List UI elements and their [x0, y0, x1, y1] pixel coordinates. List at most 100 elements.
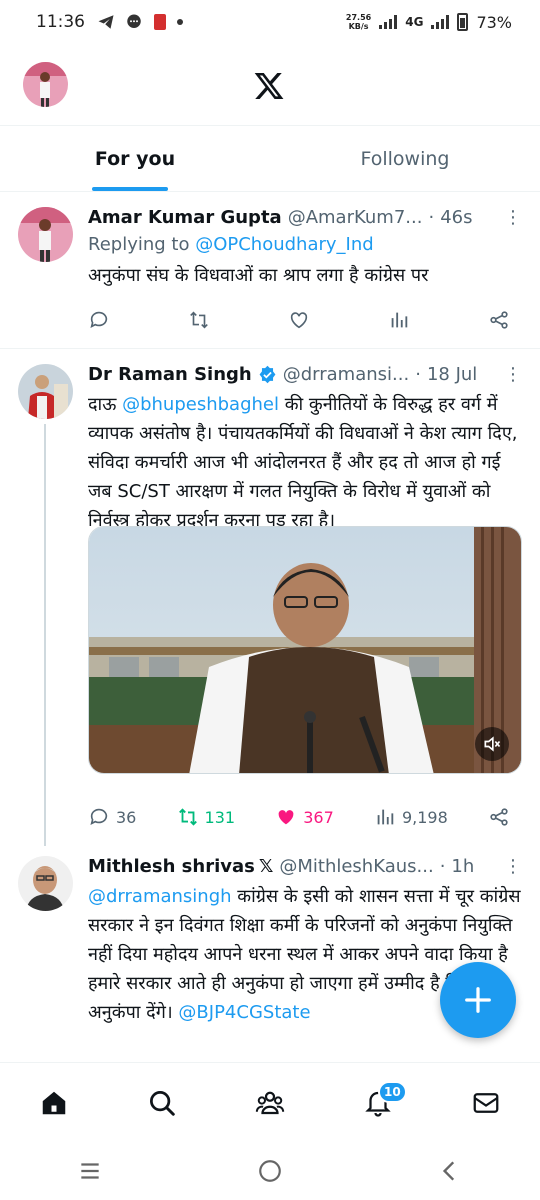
share-button[interactable] — [488, 309, 510, 331]
active-tab-indicator — [92, 187, 168, 191]
separator-dot: · — [428, 206, 435, 228]
network-speed-value: 27.56 — [345, 13, 372, 22]
separator-dot: · — [415, 363, 421, 385]
repost-icon — [178, 808, 197, 826]
tweet[interactable]: Dr Raman Singh @drramansi... · 18 Jul ⋮ … — [0, 350, 540, 846]
tweet-author-name[interactable]: Dr Raman Singh — [88, 364, 252, 385]
signal-icon-2 — [431, 15, 450, 29]
tab-label: For you — [94, 147, 176, 170]
system-nav-bar — [0, 1142, 540, 1200]
network-speed: 27.56 KB/s — [346, 13, 371, 31]
repost-button[interactable] — [188, 309, 210, 331]
tweet-time[interactable]: 46s — [440, 207, 472, 228]
reply-prefix: Replying to — [88, 234, 196, 255]
speaker-mute-icon — [484, 736, 501, 752]
feed-tabs: For you Following — [0, 126, 540, 192]
mention-link[interactable]: @BJP4CGState — [178, 1002, 310, 1023]
heart-icon — [290, 312, 308, 329]
separator-dot: · — [439, 855, 446, 877]
tweet-avatar[interactable] — [18, 207, 73, 262]
tweet-avatar[interactable] — [18, 856, 73, 911]
views-button[interactable]: 9,198 — [374, 806, 448, 828]
nav-search[interactable] — [132, 1073, 192, 1133]
more-options-icon[interactable]: ⋮ — [504, 207, 522, 228]
nav-notifications[interactable]: 10 — [348, 1073, 408, 1133]
tweet-author-name[interactable]: Mithlesh shrivas — [88, 856, 255, 877]
mute-toggle[interactable] — [475, 727, 509, 761]
app-red-icon — [154, 14, 166, 30]
views-chart-icon — [377, 809, 394, 825]
more-options-icon[interactable]: ⋮ — [504, 856, 522, 877]
profile-avatar[interactable] — [23, 62, 68, 107]
battery-percent: 73% — [476, 12, 512, 32]
more-options-icon[interactable]: ⋮ — [504, 364, 522, 385]
tweet-author-handle[interactable]: @MithleshKaus... — [279, 856, 433, 877]
repost-icon — [190, 311, 208, 329]
mention-link[interactable]: @drramansingh — [88, 886, 232, 907]
dot-icon — [177, 19, 183, 25]
nav-communities[interactable] — [240, 1073, 300, 1133]
compose-post-button[interactable] — [440, 962, 516, 1038]
telegram-icon — [98, 15, 114, 29]
bottom-nav: 10 — [0, 1062, 540, 1142]
reply-count: 36 — [116, 807, 137, 827]
search-icon — [150, 1090, 175, 1116]
avatar-image — [18, 207, 73, 262]
reply-icon — [90, 311, 108, 328]
back-icon[interactable] — [437, 1158, 463, 1184]
x-badge-icon: 𝕏 — [258, 855, 274, 877]
share-button[interactable] — [488, 806, 510, 828]
tweet-author-handle[interactable]: @AmarKum7... — [288, 207, 423, 228]
tweet-time[interactable]: 18 Jul — [427, 364, 477, 385]
tweet-avatar[interactable] — [18, 364, 73, 419]
status-left: 11:36 — [36, 12, 183, 32]
tweet-actions — [88, 305, 510, 335]
battery-icon — [457, 13, 469, 31]
share-icon — [490, 808, 508, 826]
tweet-header: Mithlesh shrivas 𝕏 @MithleshKaus... · 1h… — [88, 852, 522, 880]
recent-apps-icon[interactable] — [77, 1158, 103, 1184]
like-count: 367 — [303, 807, 334, 827]
nav-home[interactable] — [24, 1073, 84, 1133]
views-button[interactable] — [388, 309, 410, 331]
share-icon — [490, 311, 508, 329]
notification-count-badge: 10 — [378, 1080, 407, 1103]
communities-icon — [255, 1091, 285, 1114]
thread-line — [44, 424, 46, 846]
like-button[interactable] — [288, 309, 310, 331]
signal-icon — [379, 15, 398, 29]
avatar-image — [18, 856, 73, 911]
app-header — [0, 44, 540, 126]
avatar-image — [18, 364, 73, 419]
messages-icon — [473, 1092, 499, 1113]
tweet-author-name[interactable]: Amar Kumar Gupta — [88, 207, 282, 228]
reply-icon — [90, 808, 108, 825]
reply-button[interactable] — [88, 309, 110, 331]
tab-label: Following — [360, 147, 450, 170]
tab-for-you[interactable]: For you — [0, 126, 270, 191]
status-time: 11:36 — [36, 12, 85, 32]
tab-following[interactable]: Following — [270, 126, 540, 191]
status-right: 27.56 KB/s 4G 73% — [346, 13, 512, 32]
mention-link[interactable]: @bhupeshbaghel — [122, 394, 279, 415]
reply-button[interactable]: 36 — [88, 806, 136, 828]
home-circle-icon[interactable] — [257, 1158, 283, 1184]
repost-button[interactable]: 131 — [177, 806, 236, 828]
video-frame — [89, 527, 521, 773]
tweet-video[interactable] — [88, 526, 522, 774]
nav-messages[interactable] — [456, 1073, 516, 1133]
tweet-time[interactable]: 1h — [451, 856, 474, 877]
plus-icon — [465, 987, 491, 1013]
tweet[interactable]: Amar Kumar Gupta @AmarKum7... · 46s ⋮ Re… — [0, 193, 540, 349]
x-logo-icon[interactable] — [253, 70, 285, 102]
reply-handle-link[interactable]: @OPChoudhary_Ind — [195, 234, 373, 255]
tweet-header: Amar Kumar Gupta @AmarKum7... · 46s ⋮ — [88, 203, 522, 231]
tweet-body: Dr Raman Singh @drramansi... · 18 Jul ⋮ … — [88, 360, 522, 535]
views-chart-icon — [391, 312, 408, 328]
like-button[interactable]: 367 — [275, 806, 334, 828]
notification-icons — [97, 13, 183, 31]
tweet-author-handle[interactable]: @drramansi... — [283, 364, 409, 385]
repost-count: 131 — [204, 807, 236, 827]
network-speed-unit: KB/s — [348, 22, 369, 31]
reply-context: Replying to @OPChoudhary_Ind — [88, 231, 522, 259]
